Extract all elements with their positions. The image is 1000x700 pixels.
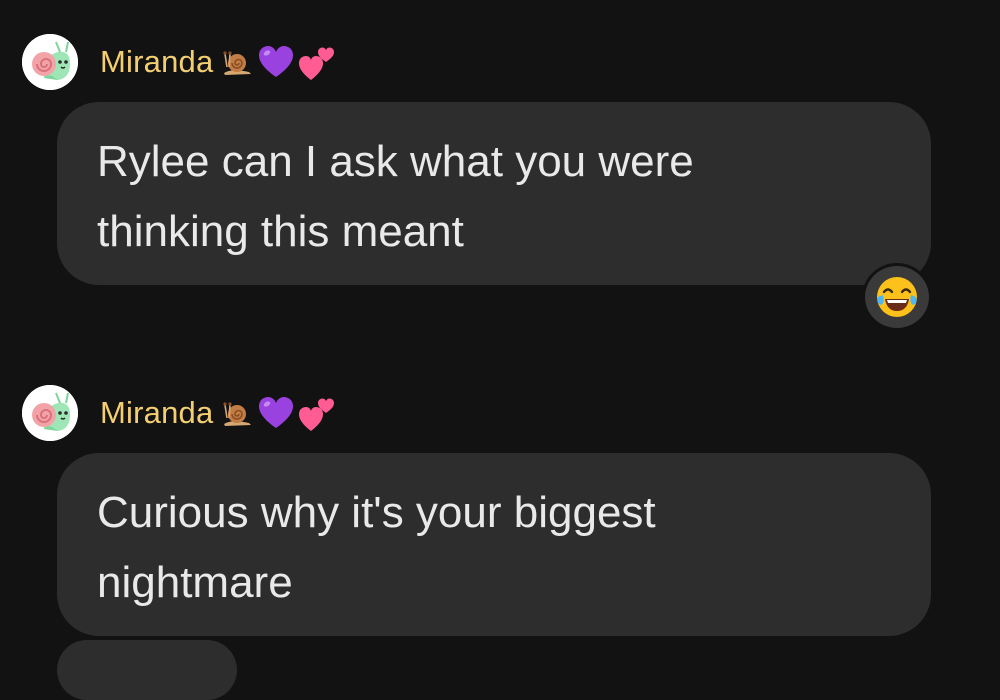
message-text-line: nightmare [97,558,293,607]
purple-heart-emoji-icon [259,46,294,77]
tears-of-joy-emoji-icon [877,277,917,317]
sender-emojis [221,42,337,82]
message-text-line: Curious why it's your biggest [97,488,656,537]
message-bubble[interactable]: Curious why it's your biggest nightmare [57,453,931,636]
snail-emoji-icon [223,402,252,426]
snail-emoji-icon [223,51,252,75]
avatar[interactable] [22,385,78,441]
snail-avatar-icon [22,385,78,441]
message-bubble[interactable]: Rylee can I ask what you were thinking t… [57,102,931,285]
sender-header: Miranda [100,391,337,435]
message-text-line: Rylee can I ask what you were [97,137,694,186]
sender-header: Miranda [100,40,337,84]
sender-emojis [221,393,337,433]
snail-avatar-icon [22,34,78,90]
message-bubble-partial[interactable] [57,640,237,700]
message-text-line: thinking this meant [97,207,464,256]
sender-name[interactable]: Miranda [100,44,213,80]
purple-heart-emoji-icon [259,397,294,428]
avatar[interactable] [22,34,78,90]
sender-name[interactable]: Miranda [100,395,213,431]
two-hearts-emoji-icon [299,398,335,431]
two-hearts-emoji-icon [299,47,335,80]
reaction-chip[interactable] [862,263,932,331]
